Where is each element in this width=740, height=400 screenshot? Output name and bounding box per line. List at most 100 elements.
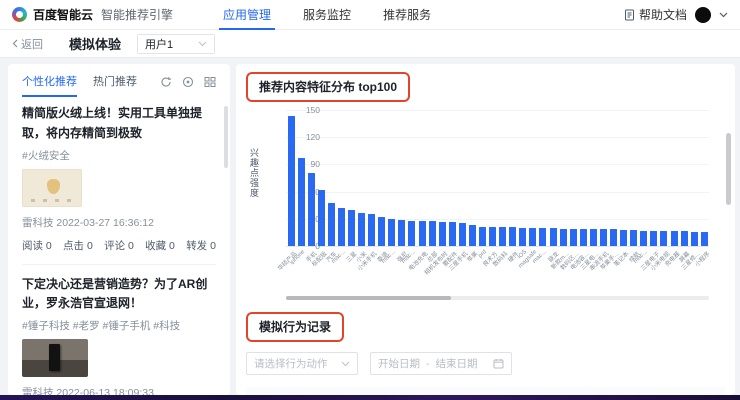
chart-title-annotation: 推荐内容特征分布 top100 xyxy=(246,72,411,102)
bar xyxy=(610,228,618,246)
bar xyxy=(327,203,335,246)
chevron-down-icon xyxy=(341,361,350,367)
bar xyxy=(418,220,426,246)
bar xyxy=(489,226,497,246)
chevron-down-icon xyxy=(198,41,207,47)
tab-personalized-recommend[interactable]: 个性化推荐 xyxy=(22,73,77,97)
bar xyxy=(579,228,587,246)
bar xyxy=(378,217,386,246)
bar xyxy=(398,219,406,246)
content-card[interactable]: 精简版火绒上线！实用工具单独提取，将内存精简到极致 #火绒安全 雷科技 2022… xyxy=(22,104,216,253)
nav-item-app-management[interactable]: 应用管理 xyxy=(219,0,276,30)
bar xyxy=(499,226,507,246)
card-thumbnail xyxy=(22,339,88,378)
bar xyxy=(337,207,345,246)
bar xyxy=(589,228,597,246)
bar xyxy=(388,218,396,246)
user-avatar[interactable] xyxy=(695,6,711,23)
tab-hot-recommend[interactable]: 热门推荐 xyxy=(93,73,137,97)
chevron-down-icon[interactable] xyxy=(719,12,728,18)
bar xyxy=(448,222,456,246)
table-header-cell: 行为ID xyxy=(246,387,342,395)
bar xyxy=(358,213,366,246)
brand-name: 百度智能云 xyxy=(33,8,94,22)
user-select-value: 用户1 xyxy=(145,38,174,51)
chart-title: 推荐内容特征分布 top100 xyxy=(259,80,398,94)
date-separator: - xyxy=(426,357,430,370)
recommend-list-panel: 个性化推荐 热门推荐 精简版火绒上线！实用工具单独提取，将内存精简到极致 #火绒… xyxy=(8,64,230,395)
card-thumbnail xyxy=(22,168,82,207)
content-card[interactable]: 下定决心还是营销造势？为了AR创业，罗永浩官宣退网！ #锤子科技 #老罗 #锤子… xyxy=(22,275,216,395)
back-button[interactable]: 返回 xyxy=(12,36,43,52)
bar xyxy=(468,225,476,246)
bar xyxy=(479,226,487,246)
nav-item-recommend-service[interactable]: 推荐服务 xyxy=(379,0,435,30)
back-label: 返回 xyxy=(21,38,43,51)
bar xyxy=(529,227,537,246)
calendar-icon xyxy=(493,358,504,369)
chart-plot-area: 0 30 60 90 120 150 华硕产品 iphone 手机 标配版 汽车 mac... 三星 小米… xyxy=(277,105,711,277)
scrollbar-thumb[interactable] xyxy=(286,296,451,300)
product-name: 智能推荐引擎 xyxy=(101,8,174,22)
refresh-icon[interactable] xyxy=(160,76,172,88)
sub-header: 返回 模拟体验 用户1 xyxy=(0,30,740,58)
left-panel-scrollbar[interactable] xyxy=(224,106,228,168)
gridline xyxy=(286,246,709,247)
table-header-cell: 物料标签 xyxy=(698,387,725,395)
action-filter-select[interactable]: 请选择行为动作 xyxy=(246,352,358,375)
bar xyxy=(287,116,295,246)
behavior-log-title: 模拟行为记录 xyxy=(259,320,332,334)
bar xyxy=(549,227,557,246)
action-filter-placeholder: 请选择行为动作 xyxy=(254,358,328,370)
chart-horizontal-scrollbar[interactable] xyxy=(286,296,709,300)
document-icon xyxy=(624,9,635,21)
bar xyxy=(458,223,466,246)
bar xyxy=(317,189,325,246)
stat-item: 转发 0 xyxy=(186,239,216,252)
baidu-cloud-logo-icon xyxy=(12,7,27,22)
bar xyxy=(408,220,416,246)
nav-item-service-monitor[interactable]: 服务监控 xyxy=(299,0,355,30)
behavior-table: 行为ID动作行为时间物料操作ID物料名称物料标签DZItNIIB7s6i_PCq… xyxy=(246,387,725,395)
bar xyxy=(650,230,658,246)
bar xyxy=(700,231,708,246)
bar xyxy=(559,228,567,246)
date-end-placeholder: 结束日期 xyxy=(435,358,478,370)
card-tags: #火绒安全 xyxy=(22,149,70,162)
bar xyxy=(569,228,577,246)
brand-logo[interactable]: 百度智能云 智能推荐引擎 xyxy=(12,6,173,23)
table-header-cell: 行为时间 xyxy=(402,387,490,395)
date-range-picker[interactable]: 开始日期 - 结束日期 xyxy=(370,352,512,375)
layout-grid-icon[interactable] xyxy=(204,76,216,88)
chevron-left-icon xyxy=(12,39,18,48)
bar xyxy=(599,228,607,246)
card-tags: #锤子科技 #老罗 #锤子手机 #科技 xyxy=(22,320,181,333)
stat-item: 阅读 0 xyxy=(22,239,52,252)
bar xyxy=(640,230,648,246)
bar xyxy=(428,220,436,246)
card-source: 雷科技 2022-06-13 18:09:33 xyxy=(22,387,154,395)
stat-item: 收藏 0 xyxy=(145,239,175,252)
divider xyxy=(22,263,216,265)
page-vertical-scrollbar[interactable] xyxy=(726,133,731,205)
table-header-cell: 动作 xyxy=(342,387,402,395)
bar xyxy=(438,222,446,246)
x-axis-tick: 苹果 xyxy=(466,251,480,264)
card-title: 下定决心还是营销造势？为了AR创业，罗永浩官宣退网！ xyxy=(22,276,208,311)
stat-item: 评论 0 xyxy=(104,239,134,252)
settings-icon[interactable] xyxy=(182,76,194,88)
help-docs-label: 帮助文档 xyxy=(638,8,687,22)
bar xyxy=(690,231,698,246)
bar xyxy=(348,209,355,246)
help-docs-link[interactable]: 帮助文档 xyxy=(624,6,687,23)
card-title: 精简版火绒上线！实用工具单独提取，将内存精简到极致 xyxy=(22,106,203,140)
bar xyxy=(297,158,305,246)
card-source: 雷科技 2022-03-27 16:36:12 xyxy=(22,216,154,229)
bar xyxy=(630,229,638,246)
behavior-title-annotation: 模拟行为记录 xyxy=(246,312,345,342)
detail-panel: 推荐内容特征分布 top100 兴趣点强度 0 30 60 90 120 150 华硕产品 i… xyxy=(236,64,735,395)
nav-menu: 应用管理 服务监控 推荐服务 xyxy=(207,0,447,30)
bar xyxy=(368,214,376,246)
user-select-dropdown[interactable]: 用户1 xyxy=(137,33,216,54)
date-start-placeholder: 开始日期 xyxy=(378,358,420,370)
